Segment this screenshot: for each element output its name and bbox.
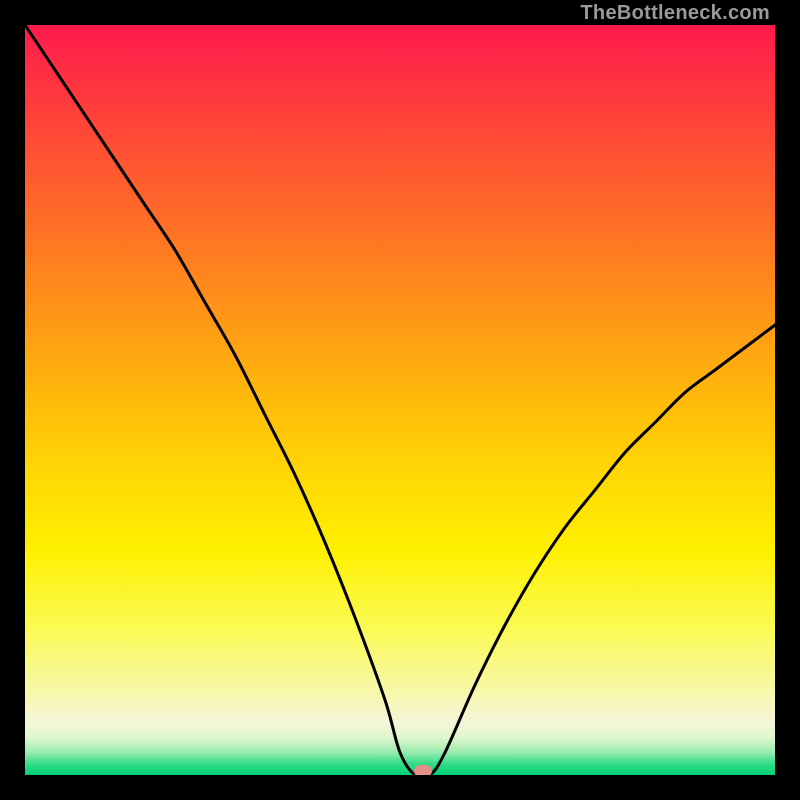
optimal-point-marker [414,765,432,775]
watermark-text: TheBottleneck.com [580,2,770,25]
bottleneck-curve [25,25,775,775]
chart-area [25,25,775,775]
